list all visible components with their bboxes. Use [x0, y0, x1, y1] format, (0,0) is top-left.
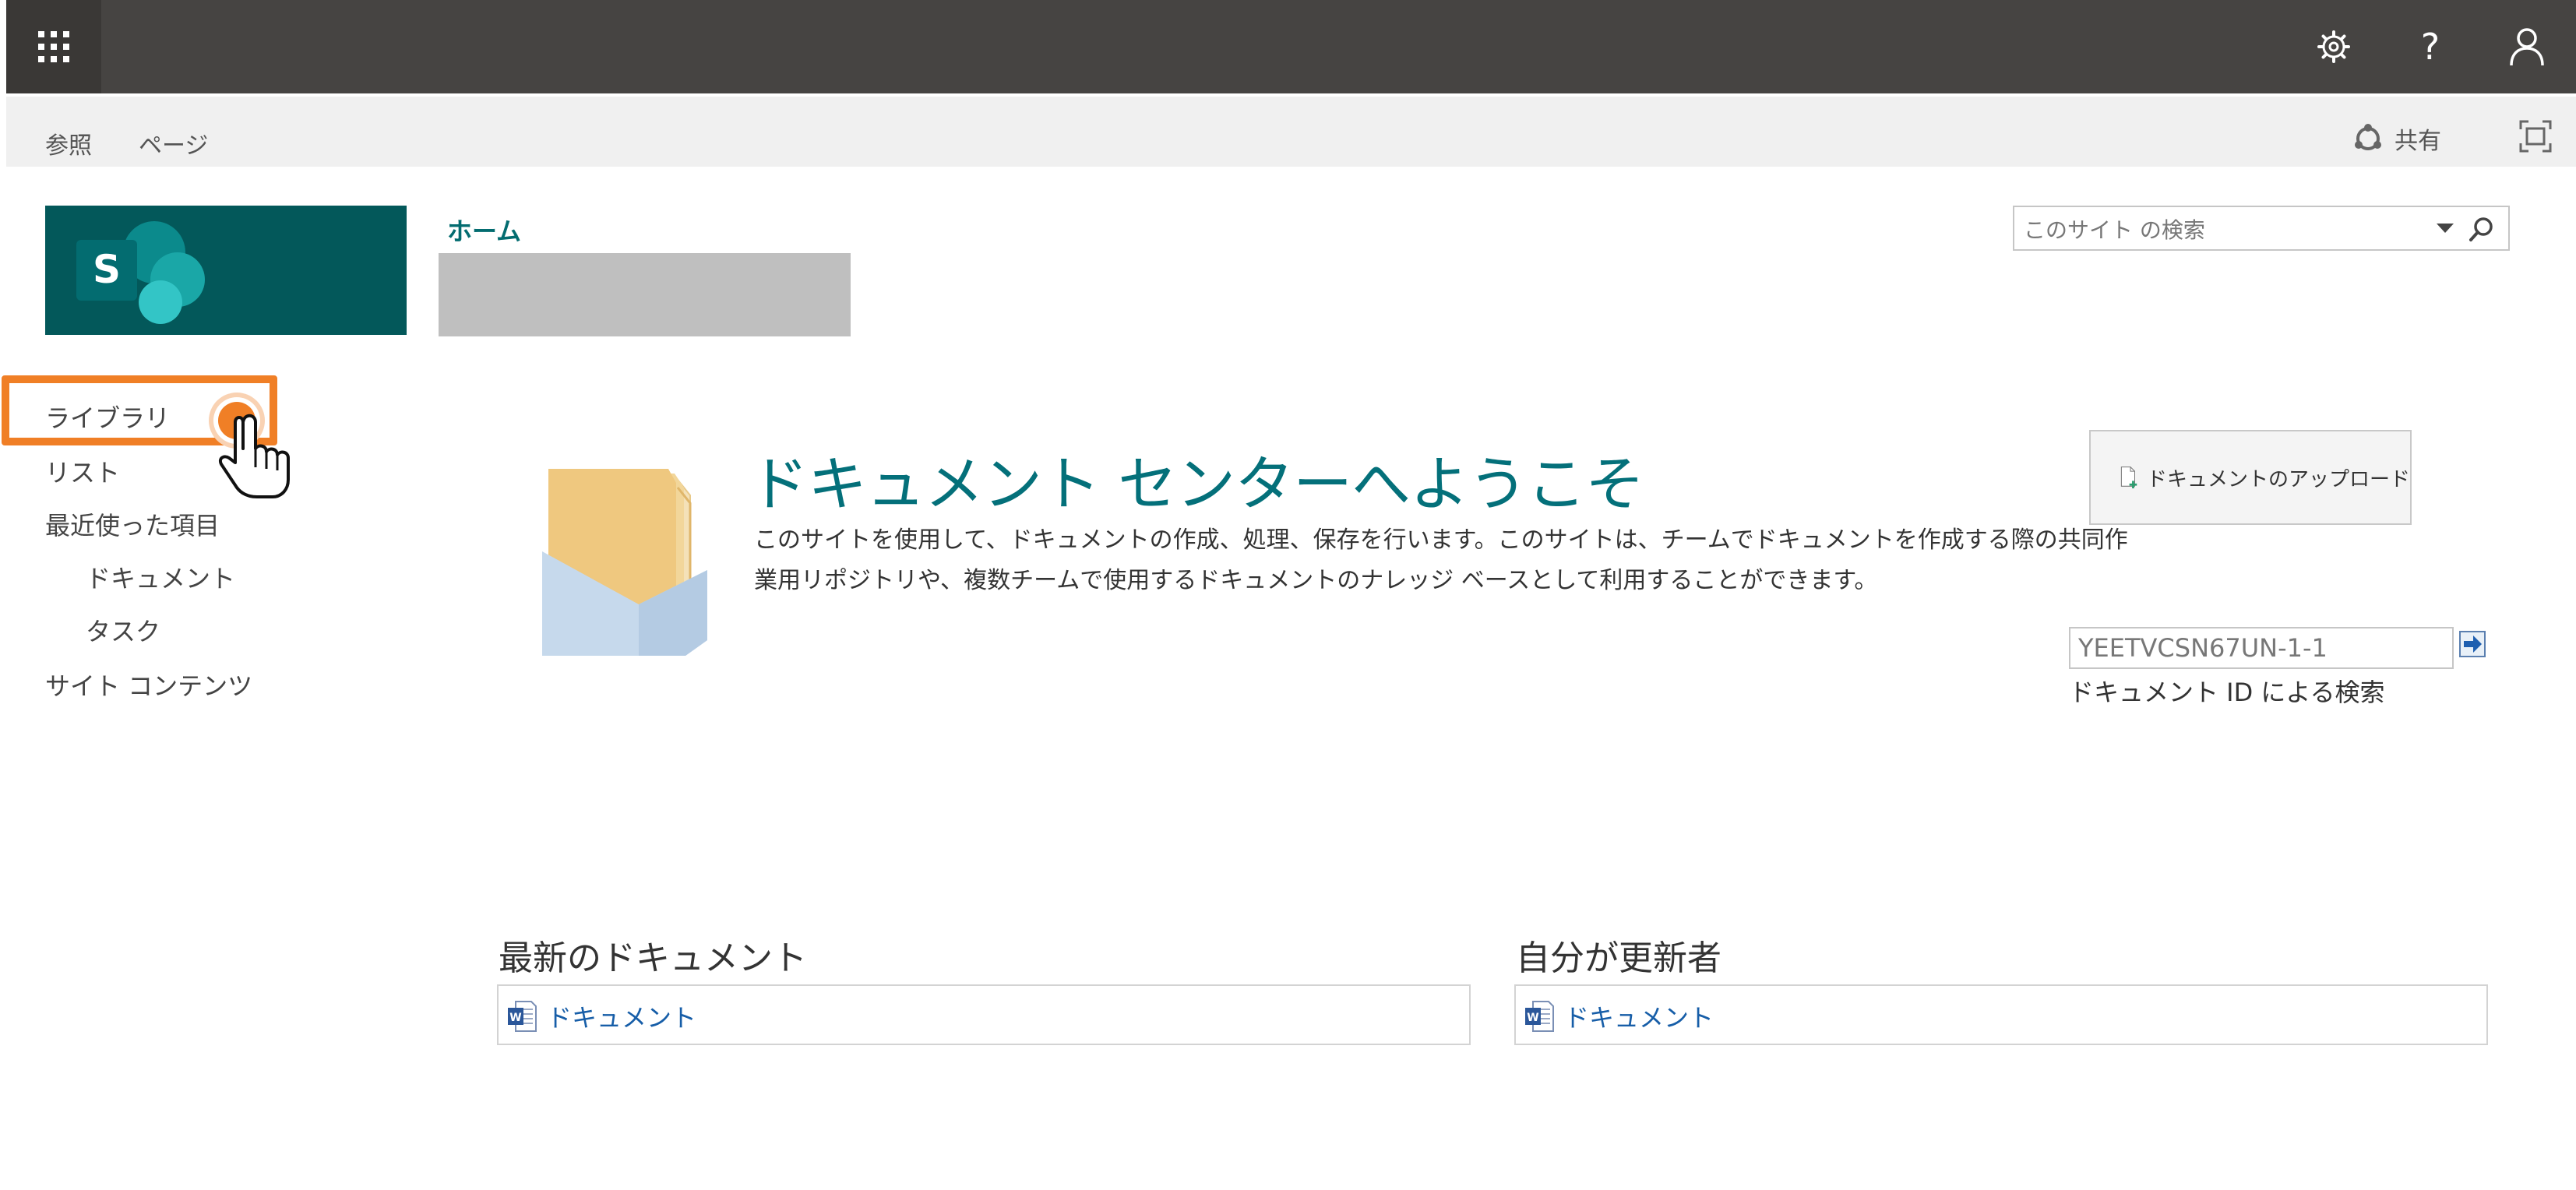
site-title-redacted — [439, 253, 851, 336]
word-document-icon: W — [1525, 1001, 1554, 1032]
document-link[interactable]: W ドキュメント — [506, 998, 696, 1034]
share-button[interactable]: 共有 — [2352, 121, 2441, 156]
sharepoint-logo-icon: S — [76, 221, 205, 324]
click-cursor-icon — [199, 383, 293, 500]
help-glyph: ? — [2420, 26, 2440, 68]
upload-document-icon — [2120, 466, 2137, 489]
site-logo[interactable]: S — [45, 206, 407, 335]
gear-icon[interactable] — [2309, 22, 2359, 72]
svg-text:S: S — [93, 247, 121, 292]
site-search-box[interactable] — [2013, 206, 2510, 251]
share-icon — [2355, 124, 2381, 150]
svg-text:W: W — [509, 1012, 521, 1024]
nav-item-documents[interactable]: ドキュメント — [86, 559, 235, 595]
recent-documents-panel: W ドキュメント — [497, 984, 1471, 1045]
search-input[interactable] — [2022, 213, 2415, 246]
document-folder-icon — [537, 456, 718, 657]
upload-label: ドキュメントのアップロード — [2146, 467, 2410, 491]
section-title-recent-documents: 最新のドキュメント — [499, 938, 807, 978]
document-id-search-label: ドキュメント ID による検索 — [2069, 678, 2385, 707]
nav-item-site-contents[interactable]: サイト コンテンツ — [45, 667, 252, 702]
section-title-modified-by-me: 自分が更新者 — [1516, 938, 1721, 978]
word-document-icon: W — [508, 1001, 537, 1032]
welcome-title: ドキュメント センターへようこそ — [749, 449, 1644, 519]
modified-by-me-panel: W ドキュメント — [1514, 984, 2488, 1045]
tab-browse[interactable]: 参照 — [45, 126, 92, 160]
person-icon[interactable] — [2502, 22, 2552, 72]
nav-item-lists[interactable]: リスト — [45, 453, 120, 489]
svg-text:W: W — [1527, 1012, 1538, 1024]
welcome-description-line: 業用リポジトリや、複数チームで使用するドキュメントのナレッジ ベースとして利用す… — [754, 567, 1878, 594]
search-icon[interactable] — [2468, 215, 2496, 243]
nav-item-tasks[interactable]: タスク — [86, 612, 160, 648]
share-label: 共有 — [2395, 128, 2441, 155]
document-link-label: ドキュメント — [1564, 1003, 1714, 1033]
tab-page[interactable]: ページ — [139, 126, 208, 160]
document-link-label: ドキュメント — [547, 1003, 697, 1033]
suite-bar — [6, 0, 2576, 93]
nav-item-libraries[interactable]: ライブラリ — [45, 399, 170, 435]
go-arrow-icon[interactable] — [2459, 631, 2486, 657]
nav-item-recent[interactable]: 最近使った項目 — [45, 506, 220, 542]
app-launcher-icon[interactable] — [6, 0, 101, 93]
welcome-description-line: このサイトを使用して、ドキュメントの作成、処理、保存を行います。このサイトは、チ… — [754, 526, 2128, 554]
help-icon[interactable]: ? — [2405, 22, 2455, 72]
document-id-input[interactable] — [2069, 627, 2454, 669]
document-link[interactable]: W ドキュメント — [1524, 998, 1714, 1034]
focus-mode-icon[interactable] — [2519, 120, 2552, 153]
chevron-down-icon[interactable] — [2435, 221, 2455, 235]
upload-document-button[interactable]: ドキュメントのアップロード — [2089, 430, 2412, 525]
breadcrumb-home[interactable]: ホーム — [447, 212, 521, 248]
ribbon: 参照 ページ — [6, 97, 2576, 167]
